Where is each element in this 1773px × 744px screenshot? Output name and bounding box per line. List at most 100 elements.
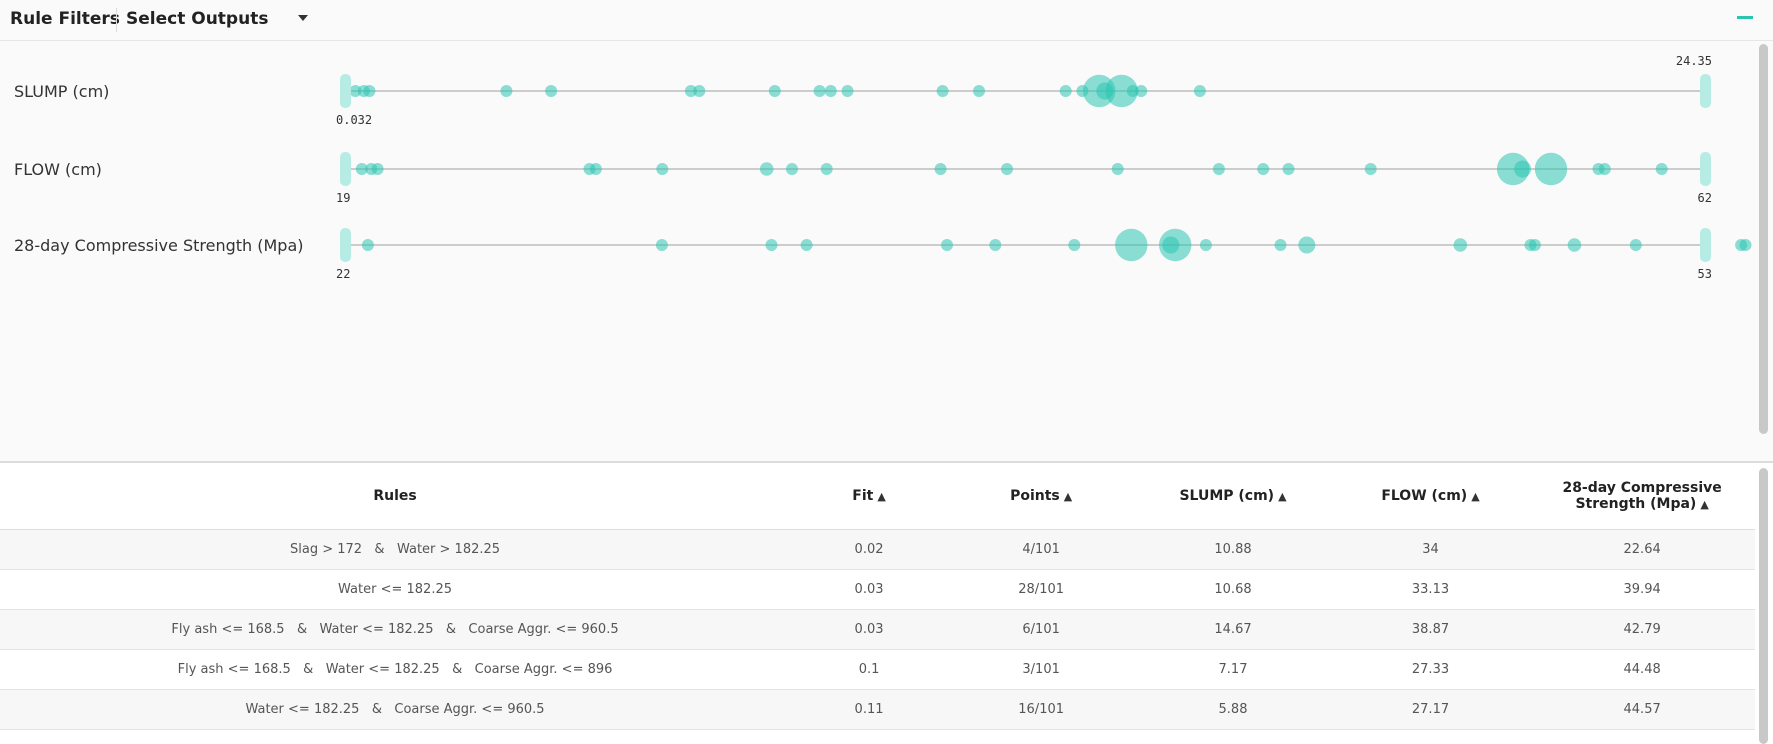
sort-icon[interactable]: ▲︎ (1700, 498, 1708, 511)
column-header-points[interactable]: Points ▲︎ (948, 463, 1135, 530)
rule-point-marker[interactable] (1111, 163, 1124, 175)
rule-cell: Slag > 172 & Water > 182.25 (0, 529, 791, 570)
filter-sliders: SLUMP (cm) 0.032 24.35 FLOW (cm) 19 62 28-day … (14, 54, 1752, 281)
filter-min-handle[interactable] (340, 228, 351, 262)
rule-point-marker[interactable] (1514, 160, 1532, 178)
rule-point-marker[interactable] (693, 85, 706, 97)
rule-point-marker[interactable] (361, 239, 374, 251)
filter-max-value: 53 (1698, 267, 1712, 281)
slump-cell: 14.67 (1134, 609, 1332, 650)
rule-point-marker[interactable] (1159, 228, 1192, 262)
table-row[interactable]: Water <= 182.25 0.03 28/101 10.68 33.13 … (0, 569, 1755, 610)
rule-point-marker[interactable] (824, 85, 837, 97)
rules-table: Rules Fit ▲︎ Points ▲︎ SLUMP (cm) ▲︎ FLOW (… (0, 463, 1755, 730)
rule-point-marker[interactable] (1567, 238, 1582, 252)
rule-point-marker[interactable] (589, 163, 602, 175)
sort-icon[interactable]: ▲︎ (1471, 490, 1479, 503)
rule-point-marker[interactable] (371, 163, 384, 175)
rule-filters-toolbar: Rule Filters Select Outputs (0, 0, 1773, 41)
rule-point-marker[interactable] (1115, 228, 1148, 262)
rule-point-marker[interactable] (765, 239, 778, 251)
column-header-flow[interactable]: FLOW (cm) ▲︎ (1331, 463, 1530, 530)
table-row[interactable]: Slag > 172 & Water > 182.25 0.02 4/101 1… (0, 529, 1755, 570)
rule-point-marker[interactable] (1282, 163, 1295, 175)
strength-cell: 22.64 (1529, 529, 1755, 570)
table-scrollbar[interactable] (1759, 468, 1768, 744)
chevron-down-icon (298, 15, 308, 21)
select-outputs-dropdown[interactable]: Select Outputs (126, 0, 316, 38)
filter-max-handle[interactable] (1700, 228, 1711, 262)
rule-point-marker[interactable] (1001, 163, 1013, 175)
rule-point-marker[interactable] (934, 163, 947, 175)
rule-point-marker[interactable] (1453, 238, 1468, 252)
flow-cell: 27.33 (1331, 649, 1530, 690)
filter-label: 28-day Compressive Strength (Mpa) (14, 236, 303, 255)
filter-panel: SLUMP (cm) 0.032 24.35 FLOW (cm) 19 62 28-day … (0, 41, 1773, 461)
rule-point-marker[interactable] (1598, 163, 1611, 175)
points-cell: 6/101 (948, 609, 1135, 650)
rule-point-marker[interactable] (655, 239, 668, 251)
strength-cell: 39.94 (1529, 569, 1755, 610)
rule-point-marker[interactable] (936, 85, 949, 97)
filter-max-handle[interactable] (1700, 74, 1711, 108)
sort-icon[interactable]: ▲︎ (1278, 490, 1286, 503)
column-header-slump[interactable]: SLUMP (cm) ▲︎ (1134, 463, 1332, 530)
rule-point-marker[interactable] (973, 85, 985, 97)
filter-panel-scrollbar[interactable] (1759, 44, 1768, 434)
rule-point-marker[interactable] (1364, 163, 1377, 175)
rule-point-marker[interactable] (500, 85, 513, 97)
rule-point-marker[interactable] (1739, 239, 1752, 251)
table-row[interactable]: Fly ash <= 168.5 & Water <= 182.25 & Coa… (0, 649, 1755, 690)
rule-point-marker[interactable] (813, 85, 826, 97)
flow-cell: 38.87 (1331, 609, 1530, 650)
rule-point-marker[interactable] (1257, 163, 1270, 175)
table-row[interactable]: Water <= 182.25 & Coarse Aggr. <= 960.5 … (0, 689, 1755, 730)
rule-point-marker[interactable] (800, 239, 813, 251)
filter-label: SLUMP (cm) (14, 82, 109, 101)
rule-point-marker[interactable] (759, 162, 774, 176)
minus-icon[interactable] (1737, 16, 1753, 19)
rule-point-marker[interactable] (1135, 85, 1148, 97)
sort-icon[interactable]: ▲︎ (877, 490, 885, 503)
fit-cell: 0.03 (790, 609, 949, 650)
rule-point-marker[interactable] (1534, 152, 1568, 186)
toolbar-divider (116, 8, 117, 32)
rule-point-marker[interactable] (1199, 239, 1212, 251)
rule-point-marker[interactable] (1655, 163, 1668, 175)
slump-cell: 5.88 (1134, 689, 1332, 730)
column-header-strength[interactable]: 28-day Compressive Strength (Mpa) ▲︎ (1529, 463, 1755, 530)
rule-point-marker[interactable] (1068, 239, 1081, 251)
rule-point-marker[interactable] (841, 85, 854, 97)
flow-cell: 33.13 (1331, 569, 1530, 610)
filter-max-handle[interactable] (1700, 152, 1711, 186)
rule-point-marker[interactable] (545, 85, 558, 97)
rules-table-header: Rules Fit ▲︎ Points ▲︎ SLUMP (cm) ▲︎ FLOW (… (0, 463, 1755, 530)
rule-point-marker[interactable] (1629, 239, 1642, 251)
rule-point-marker[interactable] (989, 239, 1002, 251)
slump-cell: 10.68 (1134, 569, 1332, 610)
select-outputs-label: Select Outputs (126, 9, 269, 29)
column-header-fit[interactable]: Fit ▲︎ (790, 463, 949, 530)
slump-cell: 10.88 (1134, 529, 1332, 570)
rule-point-marker[interactable] (941, 239, 953, 251)
filter-min-value: 0.032 (336, 113, 372, 127)
rule-point-marker[interactable] (1193, 85, 1206, 97)
rule-point-marker[interactable] (363, 85, 376, 97)
rule-point-marker[interactable] (820, 163, 833, 175)
filter-min-handle[interactable] (340, 74, 351, 108)
rule-point-marker[interactable] (656, 163, 669, 175)
rule-point-marker[interactable] (768, 85, 781, 97)
rule-point-marker[interactable] (786, 163, 798, 175)
rule-point-marker[interactable] (1212, 163, 1225, 175)
sort-icon[interactable]: ▲︎ (1064, 490, 1072, 503)
rule-point-marker[interactable] (1528, 239, 1541, 251)
filter-min-handle[interactable] (340, 152, 351, 186)
points-cell: 4/101 (948, 529, 1135, 570)
rule-point-marker[interactable] (1298, 236, 1316, 254)
rule-point-marker[interactable] (1274, 239, 1287, 251)
rule-point-marker[interactable] (1059, 85, 1072, 97)
points-cell: 28/101 (948, 569, 1135, 610)
fit-cell: 0.03 (790, 569, 949, 610)
table-row[interactable]: Fly ash <= 168.5 & Water <= 182.25 & Coa… (0, 609, 1755, 650)
strength-cell: 44.57 (1529, 689, 1755, 730)
